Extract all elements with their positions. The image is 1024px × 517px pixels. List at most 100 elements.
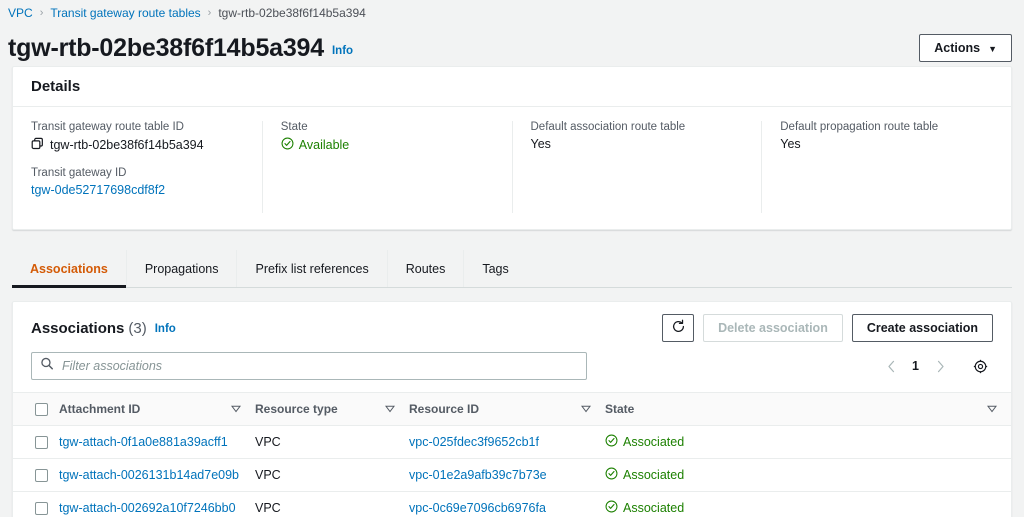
- transit-gateway-id-link[interactable]: tgw-0de52717698cdf8f2: [31, 183, 165, 197]
- default-propagation-value: Yes: [780, 137, 801, 151]
- route-table-id-value-row: tgw-rtb-02be38f6f14b5a394: [31, 137, 244, 153]
- column-header-state-label: State: [605, 402, 635, 416]
- cell-state: Associated: [605, 458, 1011, 492]
- details-card: Details Transit gateway route table ID t…: [12, 66, 1012, 230]
- state-badge: Associated: [605, 500, 684, 516]
- column-header-resource-type[interactable]: Resource type: [255, 392, 409, 426]
- associations-table-container: Attachment ID Resource type Resource ID …: [13, 392, 1011, 517]
- copy-icon[interactable]: [31, 137, 44, 153]
- breadcrumb-item-vpc[interactable]: VPC: [8, 6, 33, 20]
- page-info-link[interactable]: Info: [332, 45, 353, 57]
- column-header-resource-type-label: Resource type: [255, 402, 338, 416]
- select-all-checkbox[interactable]: [35, 402, 48, 416]
- table-row[interactable]: tgw-attach-0026131b14ad7e09b VPC vpc-01e…: [13, 458, 1011, 492]
- associations-header: Associations (3) Info Delete association: [13, 302, 1011, 342]
- details-body: Transit gateway route table ID tgw-rtb-0…: [13, 107, 1011, 229]
- search-container: [31, 352, 587, 380]
- row-select-cell: [13, 491, 59, 517]
- table-row[interactable]: tgw-attach-002692a10f7246bb0 VPC vpc-0c6…: [13, 491, 1011, 517]
- aws-console-page: VPC › Transit gateway route tables › tgw…: [0, 0, 1024, 517]
- actions-button[interactable]: Actions ▼: [919, 34, 1012, 62]
- row-checkbox[interactable]: [35, 468, 48, 482]
- resource-id-link[interactable]: vpc-025fdec3f9652cb1f: [409, 435, 539, 449]
- route-table-id-value: tgw-rtb-02be38f6f14b5a394: [50, 138, 204, 152]
- details-card-header: Details: [13, 67, 1011, 107]
- chevron-down-icon: ▼: [988, 43, 997, 54]
- search-input[interactable]: [31, 352, 587, 380]
- state-text: Associated: [623, 501, 685, 515]
- column-header-attachment-id-label: Attachment ID: [59, 402, 141, 416]
- chevron-left-icon[interactable]: [878, 353, 904, 379]
- column-header-resource-id-label: Resource ID: [409, 402, 480, 416]
- transit-gateway-id-label: Transit gateway ID: [31, 167, 127, 179]
- route-table-id-label: Transit gateway route table ID: [31, 121, 184, 133]
- delete-association-button[interactable]: Delete association: [703, 314, 843, 342]
- row-checkbox[interactable]: [35, 501, 48, 515]
- tab-bar: Associations Propagations Prefix list re…: [12, 250, 1012, 288]
- tab-associations[interactable]: Associations: [12, 250, 127, 288]
- default-propagation-label: Default propagation route table: [780, 121, 939, 133]
- tab-propagations[interactable]: Propagations: [127, 250, 238, 287]
- state-badge: Associated: [605, 467, 684, 483]
- tab-propagations-label: Propagations: [144, 261, 219, 276]
- table-header: Attachment ID Resource type Resource ID …: [13, 392, 1011, 426]
- state-label: State: [280, 121, 308, 133]
- breadcrumb: VPC › Transit gateway route tables › tgw…: [0, 0, 1024, 26]
- refresh-button[interactable]: [662, 314, 695, 342]
- column-header-state[interactable]: State: [605, 392, 1011, 426]
- details-heading: Details: [31, 78, 81, 95]
- page-header: tgw-rtb-02be38f6f14b5a394 Info Actions ▼: [0, 26, 1024, 66]
- gear-icon[interactable]: [967, 353, 993, 379]
- attachment-id-link[interactable]: tgw-attach-0f1a0e881a39acff1: [59, 435, 228, 449]
- tab-tags[interactable]: Tags: [464, 250, 526, 287]
- tab-routes[interactable]: Routes: [388, 250, 465, 287]
- resource-id-link[interactable]: vpc-0c69e7096cb6976fa: [409, 501, 546, 515]
- breadcrumb-separator-icon: ›: [39, 6, 44, 19]
- tab-tags-label: Tags: [482, 261, 509, 276]
- create-association-button[interactable]: Create association: [851, 314, 993, 342]
- status-check-icon: [281, 137, 294, 153]
- row-select-cell: [13, 425, 59, 459]
- associations-info-link[interactable]: Info: [155, 323, 176, 335]
- attachment-id-link[interactable]: tgw-attach-002692a10f7246bb0: [59, 501, 236, 515]
- column-header-attachment-id[interactable]: Attachment ID: [59, 392, 255, 426]
- attachment-id-link[interactable]: tgw-attach-0026131b14ad7e09b: [59, 468, 239, 482]
- chevron-right-icon[interactable]: [927, 353, 953, 379]
- state-text: Associated: [623, 468, 685, 482]
- cell-attachment-id: tgw-attach-0026131b14ad7e09b: [59, 458, 255, 492]
- details-column-state: State Available: [263, 121, 513, 213]
- tab-prefix-list-references-label: Prefix list references: [255, 261, 369, 276]
- create-association-label: Create association: [866, 321, 978, 335]
- table-body: tgw-attach-0f1a0e881a39acff1 VPC vpc-025…: [13, 425, 1011, 517]
- default-association-value: Yes: [530, 137, 551, 151]
- table-row[interactable]: tgw-attach-0f1a0e881a39acff1 VPC vpc-025…: [13, 425, 1011, 459]
- associations-table: Attachment ID Resource type Resource ID …: [13, 392, 1011, 517]
- resource-id-link[interactable]: vpc-01e2a9afb39c7b73e: [409, 468, 547, 482]
- refresh-icon: [671, 319, 686, 337]
- column-header-resource-id[interactable]: Resource ID: [409, 392, 605, 426]
- page-title: tgw-rtb-02be38f6f14b5a394: [8, 33, 324, 62]
- status-check-icon: [605, 434, 618, 450]
- state-badge: Associated: [605, 434, 684, 450]
- tab-associations-label: Associations: [30, 261, 108, 276]
- filter-row: 1: [13, 342, 1011, 392]
- cell-state: Associated: [605, 425, 1011, 459]
- tab-prefix-list-references[interactable]: Prefix list references: [237, 250, 388, 287]
- row-checkbox[interactable]: [35, 435, 48, 449]
- details-column-ids: Transit gateway route table ID tgw-rtb-0…: [13, 121, 263, 213]
- sort-descending-icon: [580, 402, 592, 416]
- cell-resource-type: VPC: [255, 425, 409, 459]
- cell-resource-id: vpc-01e2a9afb39c7b73e: [409, 458, 605, 492]
- default-association-label: Default association route table: [530, 121, 686, 133]
- cell-attachment-id: tgw-attach-002692a10f7246bb0: [59, 491, 255, 517]
- cell-resource-type: VPC: [255, 458, 409, 492]
- pagination: 1: [878, 353, 993, 379]
- breadcrumb-item-transit-gateway-route-tables[interactable]: Transit gateway route tables: [50, 6, 200, 20]
- pagination-page-number[interactable]: 1: [908, 359, 923, 373]
- status-check-icon: [605, 500, 618, 516]
- state-value-row: Available: [281, 137, 494, 153]
- transit-gateway-id-value-row: tgw-0de52717698cdf8f2: [31, 183, 244, 197]
- status-check-icon: [605, 467, 618, 483]
- sort-descending-icon: [230, 402, 242, 416]
- tab-routes-label: Routes: [405, 261, 446, 276]
